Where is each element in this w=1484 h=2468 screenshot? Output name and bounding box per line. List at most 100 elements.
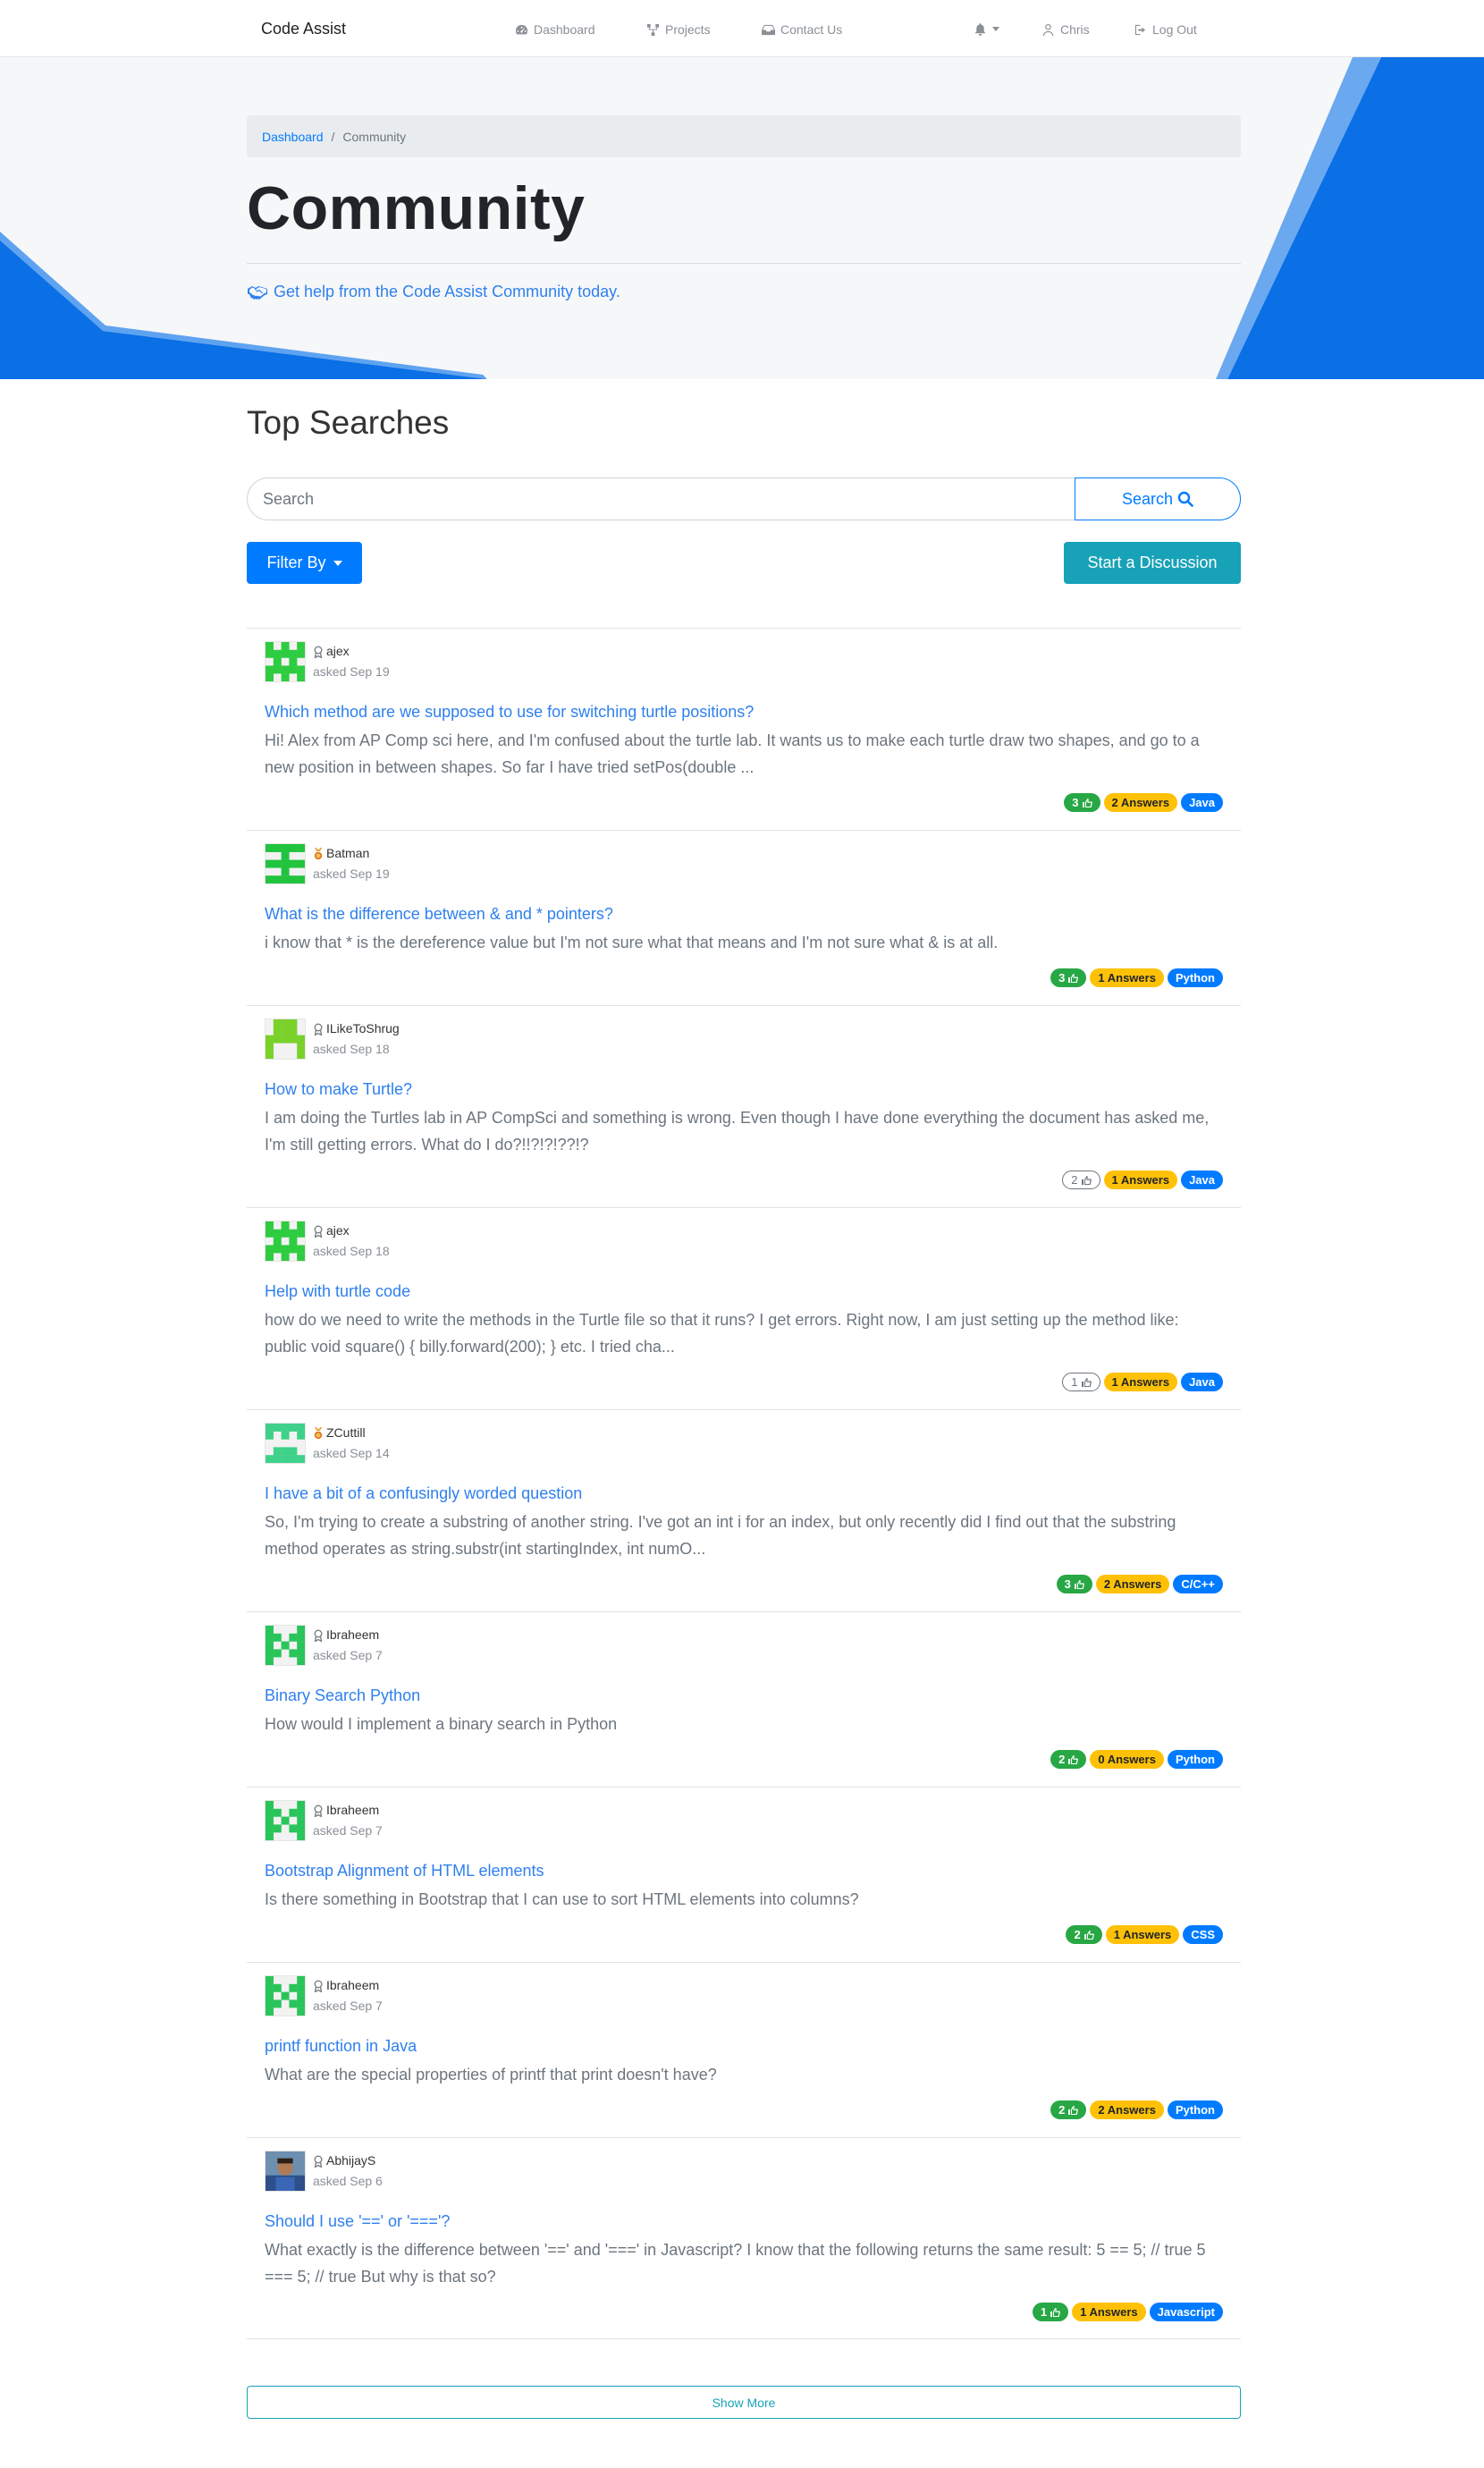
answers-badge: 2 Answers [1095,1575,1170,1593]
language-tag-badge[interactable]: Python [1167,2100,1223,2119]
discussion-item-1: ajex asked Sep 19 Which method are we su… [247,628,1241,830]
language-tag-badge[interactable]: CSS [1183,1925,1223,1944]
votes-count: 3 [1058,971,1066,985]
author-meta: ajex asked Sep 19 [313,641,390,682]
page-title: Community [247,174,586,242]
breadcrumb: Dashboard / Community [247,115,1241,157]
asked-date: asked Sep 18 [313,1244,390,1258]
nav-logout[interactable]: Log Out [1134,22,1197,37]
discussion-badges: 2 2 Answers Python [265,2100,1223,2119]
author-name[interactable]: Ibraheem [326,1975,379,1996]
asked-date: asked Sep 14 [313,1446,390,1460]
nav-contact-label: Contact Us [780,22,843,37]
discussion-title-link[interactable]: What is the difference between & and * p… [265,902,1223,926]
discussion-item-3: ILikeToShrug asked Sep 18 How to make Tu… [247,1005,1241,1207]
nav-user[interactable]: Chris [1041,22,1090,37]
discussion-author: Ibraheem asked Sep 7 [265,1625,1223,1666]
language-tag-badge[interactable]: Python [1167,968,1223,987]
breadcrumb-current: Community [342,129,407,144]
votes-badge: 2 [1050,2100,1087,2119]
author-name[interactable]: AbhijayS [326,2151,375,2171]
author-name-row: Batman [313,843,390,864]
author-meta: Ibraheem asked Sep 7 [313,1975,383,2016]
avatar[interactable] [265,641,306,682]
author-name-row: ILikeToShrug [313,1018,400,1039]
language-tag-badge[interactable]: C/C++ [1173,1575,1223,1593]
discussion-badges: 3 2 Answers C/C++ [265,1575,1223,1593]
author-name[interactable]: ZCuttill [326,1423,366,1443]
votes-count: 2 [1058,2103,1066,2117]
discussion-author: ZCuttill asked Sep 14 [265,1423,1223,1464]
search-input[interactable] [247,478,1075,520]
discussion-excerpt: So, I'm trying to create a substring of … [265,1513,1176,1558]
author-name[interactable]: ajex [326,1221,350,1241]
avatar[interactable] [265,843,306,884]
discussion-item-7: Ibraheem asked Sep 7 Bootstrap Alignment… [247,1787,1241,1962]
discussion-item-2: Batman asked Sep 19 What is the differen… [247,830,1241,1005]
nav-contact[interactable]: Contact Us [762,22,842,37]
notifications-dropdown[interactable] [974,22,999,36]
discussion-item-9: AbhijayS asked Sep 6 Should I use '==' o… [247,2137,1241,2339]
language-tag-badge[interactable]: Java [1181,1171,1223,1189]
author-name-row: Ibraheem [313,1975,383,1996]
dashboard-icon [515,24,528,34]
votes-badge: 3 [1050,968,1087,987]
language-tag-badge[interactable]: Javascript [1149,2303,1223,2321]
avatar[interactable] [265,1975,306,2016]
author-name[interactable]: Ibraheem [326,1625,379,1645]
discussion-excerpt: how do we need to write the methods in t… [265,1311,1179,1356]
author-name[interactable]: Ibraheem [326,1800,379,1821]
discussion-author: ajex asked Sep 18 [265,1221,1223,1262]
avatar[interactable] [265,1018,306,1060]
author-name-row: ajex [313,641,390,662]
answers-badge: 1 Answers [1090,968,1164,987]
section-title: Top Searches [247,404,450,441]
nav-projects[interactable]: Projects [646,22,711,37]
filter-by-dropdown[interactable]: Filter By [247,542,362,584]
breadcrumb-dashboard-link[interactable]: Dashboard [262,130,324,144]
start-discussion-button[interactable]: Start a Discussion [1064,542,1241,584]
rank-badge-icon [314,847,323,859]
discussion-title-link[interactable]: Help with turtle code [265,1280,1223,1303]
discussion-badges: 2 0 Answers Python [265,1750,1223,1769]
sign-out-icon [1134,24,1146,35]
author-name-row: Ibraheem [313,1625,383,1645]
discussion-title-link[interactable]: printf function in Java [265,2034,1223,2058]
author-name[interactable]: ILikeToShrug [326,1018,400,1039]
filter-by-label: Filter By [266,554,326,571]
author-name[interactable]: Batman [326,843,369,864]
author-name[interactable]: ajex [326,641,350,662]
discussion-excerpt: i know that * is the dereference value b… [265,934,999,951]
votes-badge: 3 [1056,1575,1092,1593]
votes-count: 2 [1058,1753,1066,1766]
discussion-badges: 3 1 Answers Python [265,968,1223,987]
discussion-title-link[interactable]: Which method are we supposed to use for … [265,700,1223,723]
show-more-button[interactable]: Show More [247,2386,1241,2419]
thumbs-up-icon [1081,1377,1092,1387]
discussion-author: Ibraheem asked Sep 7 [265,1800,1223,1841]
language-tag-badge[interactable]: Java [1181,793,1223,812]
answers-badge: 1 Answers [1072,2303,1146,2321]
discussion-author: ILikeToShrug asked Sep 18 [265,1018,1223,1060]
discussion-title-link[interactable]: How to make Turtle? [265,1078,1223,1101]
avatar[interactable] [265,1423,306,1464]
avatar[interactable] [265,1800,306,1841]
discussion-title-link[interactable]: Bootstrap Alignment of HTML elements [265,1859,1223,1882]
nav-dashboard[interactable]: Dashboard [515,22,595,37]
avatar[interactable] [265,1221,306,1262]
search-button[interactable]: Search [1075,478,1241,520]
discussion-author: AbhijayS asked Sep 6 [265,2151,1223,2192]
avatar[interactable] [265,2151,306,2192]
asked-date: asked Sep 19 [313,664,390,679]
discussion-title-link[interactable]: Should I use '==' or '==='? [265,2210,1223,2233]
discussion-title-link[interactable]: I have a bit of a confusingly worded que… [265,1482,1223,1505]
brand-logo[interactable]: Code Assist [261,20,346,38]
language-tag-badge[interactable]: Java [1181,1373,1223,1391]
language-tag-badge[interactable]: Python [1167,1750,1223,1769]
discussion-title-link[interactable]: Binary Search Python [265,1684,1223,1707]
caret-down-icon [333,560,342,566]
discussion-item-5: ZCuttill asked Sep 14 I have a bit of a … [247,1409,1241,1611]
discussion-badges: 2 1 Answers CSS [265,1925,1223,1944]
avatar[interactable] [265,1625,306,1666]
thumbs-up-icon [1083,1930,1094,1940]
